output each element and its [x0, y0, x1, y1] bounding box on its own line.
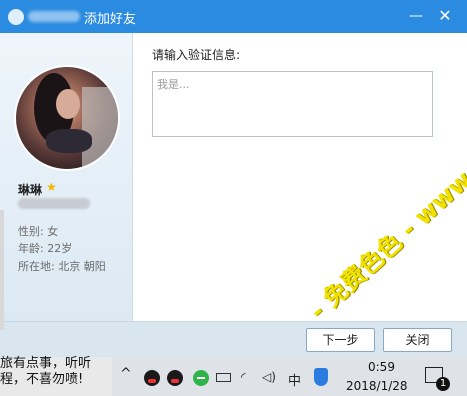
background-text-line: 程，不喜勿喷!: [0, 372, 84, 387]
battery-icon[interactable]: [216, 373, 231, 382]
show-hidden-icons-chevron-icon[interactable]: ^: [120, 366, 132, 382]
clock-time[interactable]: 0:59: [368, 360, 395, 374]
input-method-indicator[interactable]: 中: [288, 370, 301, 389]
background-window-edge: [0, 210, 4, 330]
blurred-account-id: [18, 198, 90, 209]
security-shield-icon[interactable]: [314, 368, 328, 386]
profile-gender: 性别: 女: [18, 225, 59, 238]
wifi-icon[interactable]: ◜: [241, 370, 246, 384]
add-friend-dialog: 添加好友 — ✕ 琳琳 ★ 性别: 女 年龄: 22岁 所在地: 北京 朝阳 请…: [0, 0, 467, 357]
verification-prompt: 请输入验证信息:: [152, 48, 241, 62]
close-button[interactable]: 关闭: [383, 328, 452, 352]
minimize-button[interactable]: —: [405, 6, 427, 26]
qq-penguin-icon[interactable]: [144, 370, 160, 386]
profile-location: 所在地: 北京 朝阳: [18, 260, 106, 273]
volume-icon[interactable]: ◁): [262, 370, 276, 384]
profile-age: 年龄: 22岁: [18, 242, 73, 255]
title-bar[interactable]: 添加好友 — ✕: [0, 0, 467, 33]
profile-panel: 琳琳 ★ 性别: 女 年龄: 22岁 所在地: 北京 朝阳: [0, 33, 133, 321]
clock-date[interactable]: 2018/1/28: [346, 379, 408, 393]
star-icon: ★: [46, 180, 57, 194]
qq-penguin-icon[interactable]: [167, 370, 183, 386]
window-title: 添加好友: [84, 12, 137, 27]
blurred-app-name: [28, 11, 80, 22]
avatar[interactable]: [14, 65, 120, 171]
app-logo-icon: [8, 9, 24, 25]
green-app-icon[interactable]: [193, 370, 209, 386]
notification-count-badge: 1: [436, 377, 450, 391]
profile-name: 琳琳: [18, 183, 43, 197]
close-window-button[interactable]: ✕: [434, 6, 456, 26]
next-step-button[interactable]: 下一步: [306, 328, 375, 352]
verification-message-input[interactable]: [152, 71, 433, 137]
